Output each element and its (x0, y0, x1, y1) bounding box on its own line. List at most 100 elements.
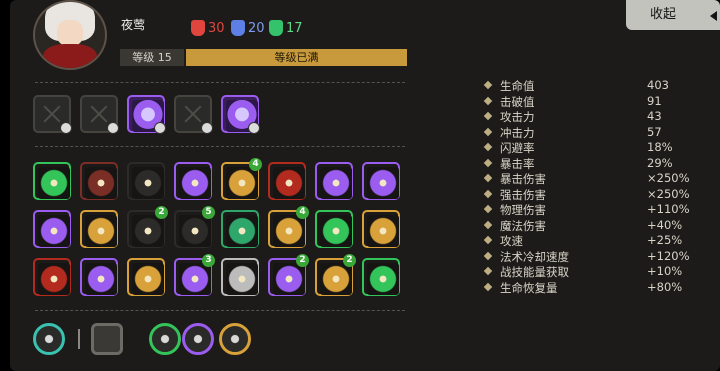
stat-row: 战技能量获取 +10% (483, 264, 703, 280)
equipment-slot-empty[interactable] (80, 95, 119, 134)
equipment-slot-empty[interactable] (174, 95, 213, 134)
diamond-bullet-icon (483, 158, 493, 167)
red-demon-icon (273, 167, 305, 199)
collapse-button-label: 收起 (650, 7, 677, 22)
blue-resource-value: 20 (248, 20, 265, 36)
diamond-bullet-icon (483, 142, 493, 152)
circuit-icon (132, 263, 164, 295)
purple-curve-icon (38, 215, 70, 247)
barcode-box-icon (38, 263, 70, 295)
stat-value: 43 (647, 109, 662, 123)
diamond-bullet-icon (483, 96, 493, 105)
hex-gem-icon[interactable] (33, 323, 65, 355)
green-mask-icon (269, 20, 283, 36)
caret-left-icon (710, 11, 717, 21)
talent-slot[interactable]: 4 (221, 158, 262, 200)
stat-value: 403 (647, 78, 669, 92)
talent-slot[interactable] (221, 258, 259, 296)
talent-slot[interactable]: 2 (127, 206, 168, 248)
talent-slot[interactable] (127, 162, 165, 200)
stack-count-badge: 2 (343, 254, 356, 267)
stat-label: 攻速 (500, 234, 523, 248)
slot-indicator-icon (107, 122, 119, 134)
talent-slot[interactable] (127, 258, 165, 296)
purple-feather-icon (85, 263, 117, 295)
purple-spikes-icon (179, 167, 211, 199)
dark-shield-icon (132, 215, 164, 247)
starburst-icon (38, 167, 70, 199)
slot-indicator-icon (154, 122, 166, 134)
blue-mask-icon (231, 20, 245, 36)
green-arrow-up-icon (320, 215, 352, 247)
stat-row: 生命恢复量 +80% (483, 280, 703, 296)
level-label: 等级 15 (120, 49, 184, 66)
slot-indicator-icon (60, 122, 72, 134)
character-panel-root: { "character": {"name": "夜莺"}, "resource… (0, 0, 720, 371)
stack-count-badge: 4 (249, 158, 262, 171)
diamond-bullet-icon (483, 204, 493, 214)
stat-value: +40% (647, 217, 683, 232)
character-avatar[interactable] (33, 0, 107, 70)
stat-row: 生命值 403 (483, 78, 703, 94)
talent-slot[interactable] (221, 210, 259, 248)
w-emblem-icon (320, 167, 352, 199)
talent-slot[interactable]: 2 (268, 254, 309, 296)
stack-count-badge: 2 (296, 254, 309, 267)
diamond-bullet-icon (483, 282, 493, 291)
stat-label: 攻击力 (500, 110, 535, 124)
talent-slot[interactable]: 5 (174, 206, 215, 248)
lightning-tree-icon (226, 167, 258, 199)
talent-slot[interactable] (33, 210, 71, 248)
green-diamond-ring-icon[interactable] (149, 323, 181, 355)
purple-diamond-ring-icon[interactable] (182, 323, 214, 355)
talent-slot[interactable] (362, 258, 400, 296)
diamond-bullet-icon (483, 235, 493, 245)
blue-resource-counter: 20 (231, 20, 265, 36)
talent-slot[interactable] (80, 162, 118, 200)
gold-drops-icon[interactable] (219, 323, 251, 355)
diamond-bullet-icon (483, 251, 493, 260)
stat-row: 冲击力 57 (483, 125, 703, 141)
talent-slot[interactable]: 4 (268, 206, 309, 248)
stat-row: 暴击伤害 ×250% (483, 171, 703, 187)
stat-value: 57 (647, 124, 662, 139)
talent-slot[interactable]: 2 (315, 254, 356, 296)
tower-icon (273, 263, 305, 295)
talent-slot[interactable] (80, 210, 118, 248)
stat-value: ×250% (647, 171, 690, 185)
swords-icon (367, 263, 399, 295)
talent-slot[interactable] (174, 162, 212, 200)
stat-row: 物理伤害 +110% (483, 202, 703, 218)
talent-slot[interactable] (315, 210, 353, 248)
stat-label: 闪避率 (500, 141, 535, 155)
talent-slot[interactable] (33, 162, 71, 200)
stat-label: 魔法伤害 (500, 218, 546, 233)
equipment-slot[interactable] (221, 95, 260, 134)
mortar-icon (132, 167, 164, 199)
talent-slot[interactable] (268, 162, 306, 200)
red-resource-counter: 30 (191, 20, 225, 36)
stat-value: ×250% (647, 186, 690, 201)
equipment-slot[interactable] (127, 95, 166, 134)
winged-demon-icon (85, 167, 117, 199)
talent-slot[interactable] (362, 162, 400, 200)
pistol-icon[interactable] (91, 323, 123, 355)
collapse-button[interactable]: 收起 (626, 0, 720, 30)
bottom-bar-separator (78, 329, 80, 349)
divider-top (35, 82, 405, 83)
equipment-slot-empty[interactable] (33, 95, 72, 134)
talent-slot[interactable] (80, 258, 118, 296)
orange-ring-icon (320, 263, 352, 295)
talent-slot[interactable] (362, 210, 400, 248)
purple-claw-icon (367, 167, 399, 199)
diamond-bullet-icon (483, 266, 493, 276)
stack-count-badge: 2 (155, 206, 168, 219)
sunrise-icon (273, 215, 305, 247)
character-name: 夜莺 (121, 18, 146, 32)
stat-label: 战技能量获取 (500, 265, 569, 279)
talent-slot[interactable]: 3 (174, 254, 215, 296)
talent-slot[interactable] (33, 258, 71, 296)
cog-disc-icon (226, 263, 258, 295)
level-progress-bar: 等级已满 (186, 49, 407, 66)
talent-slot[interactable] (315, 162, 353, 200)
